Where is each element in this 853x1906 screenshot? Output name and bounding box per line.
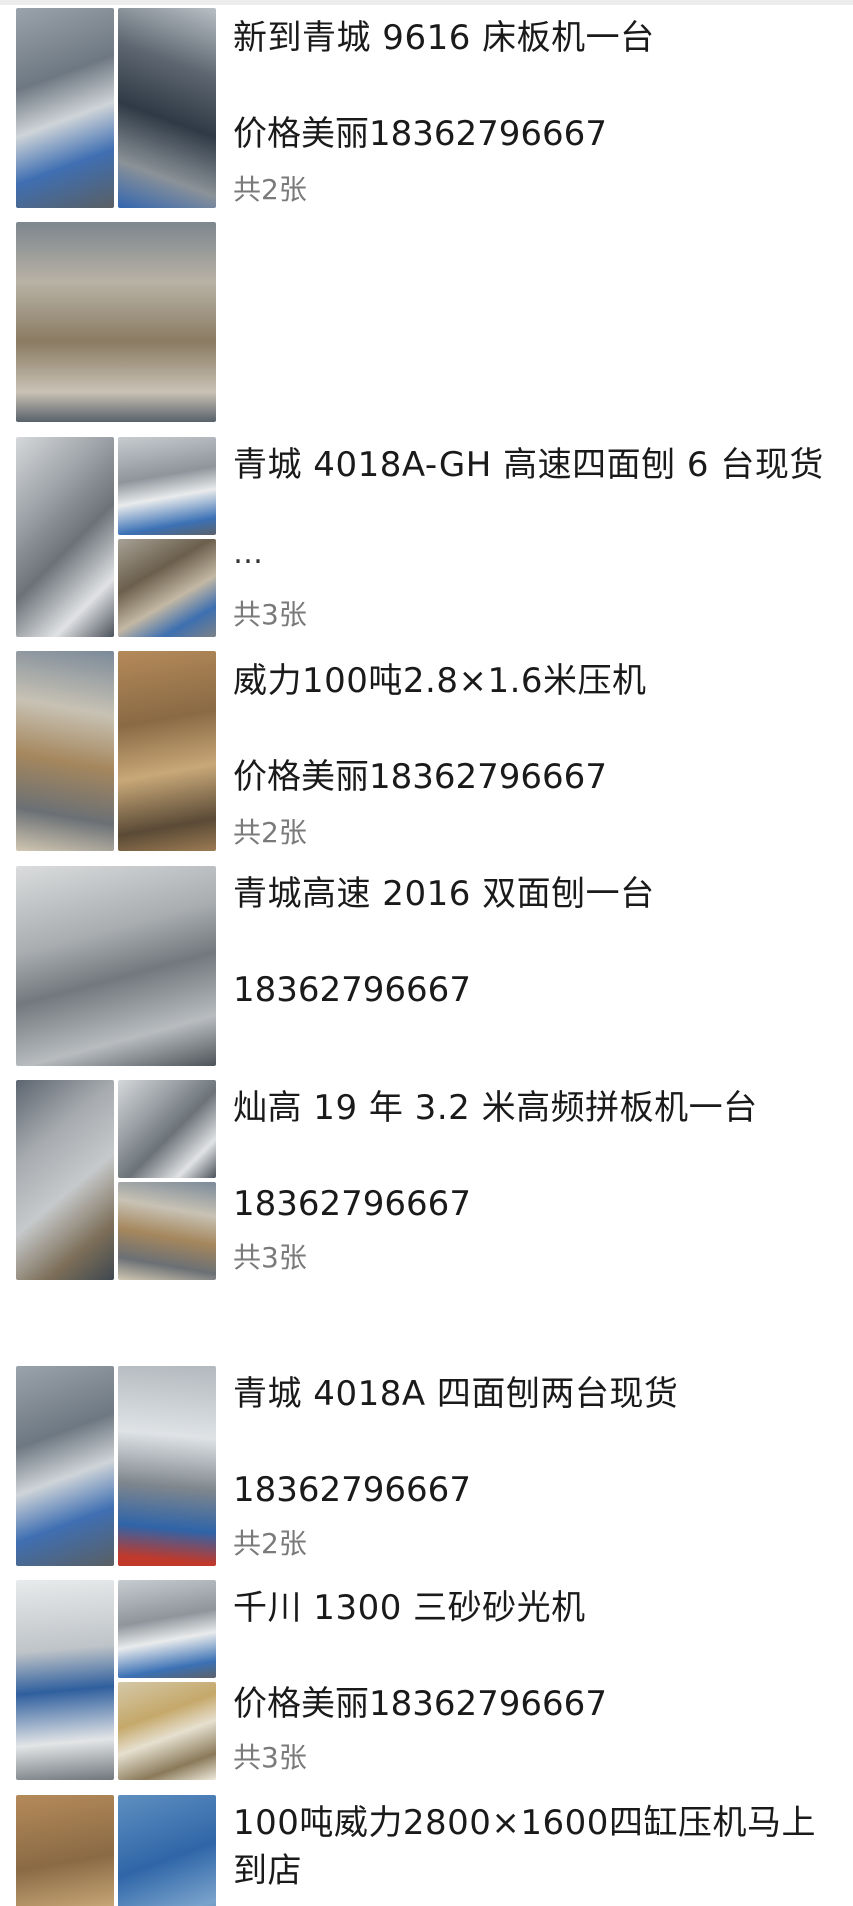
photo-thumbnail[interactable] bbox=[118, 8, 216, 208]
moment-post-5[interactable]: 灿高 19 年 3.2 米高频拼板机一台 18362796667 共3张 bbox=[0, 1080, 853, 1280]
photo-thumbnail[interactable] bbox=[118, 1795, 216, 1906]
photo-thumbnail[interactable] bbox=[16, 1366, 114, 1566]
top-divider bbox=[0, 0, 853, 5]
post-title: 青城 4018A-GH 高速四面刨 6 台现货 bbox=[233, 445, 824, 485]
photo-thumbnail[interactable] bbox=[118, 539, 216, 637]
post-title: 新到青城 9616 床板机一台 bbox=[233, 18, 655, 58]
post-price-phone: 价格美丽18362796667 bbox=[233, 1684, 607, 1724]
photo-thumbnail[interactable] bbox=[16, 1580, 114, 1780]
moment-post-6[interactable]: 青城 4018A 四面刨两台现货 18362796667 共2张 bbox=[0, 1366, 853, 1566]
photo-thumbnail[interactable] bbox=[118, 437, 216, 535]
post-title: 青城高速 2016 双面刨一台 bbox=[233, 874, 655, 914]
more-ellipsis[interactable]: … bbox=[233, 539, 263, 569]
post-title: 100吨威力2800×1600四缸压机马上到店 bbox=[233, 1803, 816, 1891]
post-title: 青城 4018A 四面刨两台现货 bbox=[233, 1374, 679, 1414]
post-title: 千川 1300 三砂砂光机 bbox=[233, 1588, 586, 1628]
photo-thumbnail[interactable] bbox=[118, 1366, 216, 1566]
photo-thumbnail[interactable] bbox=[16, 8, 114, 208]
moment-post-3[interactable]: 威力100吨2.8×1.6米压机 价格美丽18362796667 共2张 bbox=[0, 651, 853, 851]
post-phone: 18362796667 bbox=[233, 1184, 471, 1224]
moment-post-2[interactable]: 青城 4018A-GH 高速四面刨 6 台现货 … 共3张 bbox=[0, 437, 853, 637]
photo-thumbnail[interactable] bbox=[118, 1682, 216, 1780]
post-phone: 18362796667 bbox=[233, 1470, 471, 1510]
moment-post-7[interactable]: 千川 1300 三砂砂光机 价格美丽18362796667 共3张 bbox=[0, 1580, 853, 1780]
photo-count: 共3张 bbox=[233, 1741, 307, 1774]
photo-thumbnail[interactable] bbox=[16, 1080, 114, 1280]
photo-count: 共2张 bbox=[233, 1527, 307, 1560]
post-price-phone: 价格美丽18362796667 bbox=[233, 114, 607, 154]
photo-count: 共2张 bbox=[233, 816, 307, 849]
post-price-phone: 价格美丽18362796667 bbox=[233, 757, 607, 797]
photo-thumbnail[interactable] bbox=[118, 1580, 216, 1678]
moment-post-1[interactable]: 新到青城 9616 床板机一台 价格美丽18362796667 共2张 bbox=[0, 8, 853, 422]
photo-thumbnail[interactable] bbox=[118, 1182, 216, 1280]
moment-post-4[interactable]: 青城高速 2016 双面刨一台 18362796667 bbox=[0, 866, 853, 1066]
photo-thumbnail[interactable] bbox=[118, 1080, 216, 1178]
photo-thumbnail[interactable] bbox=[16, 866, 216, 1066]
photo-thumbnail[interactable] bbox=[118, 651, 216, 851]
photo-count: 共3张 bbox=[233, 1241, 307, 1274]
photo-thumbnail[interactable] bbox=[16, 651, 114, 851]
photo-thumbnail[interactable] bbox=[16, 437, 114, 637]
post-phone: 18362796667 bbox=[233, 970, 471, 1010]
photo-thumbnail[interactable] bbox=[16, 1795, 114, 1906]
photo-count: 共2张 bbox=[233, 173, 307, 206]
photo-count: 共3张 bbox=[233, 598, 307, 631]
photo-thumbnail[interactable] bbox=[16, 222, 216, 422]
post-title: 灿高 19 年 3.2 米高频拼板机一台 bbox=[233, 1088, 758, 1128]
moment-post-8[interactable]: 100吨威力2800×1600四缸压机马上到店 bbox=[0, 1795, 853, 1906]
post-title: 威力100吨2.8×1.6米压机 bbox=[233, 661, 647, 701]
